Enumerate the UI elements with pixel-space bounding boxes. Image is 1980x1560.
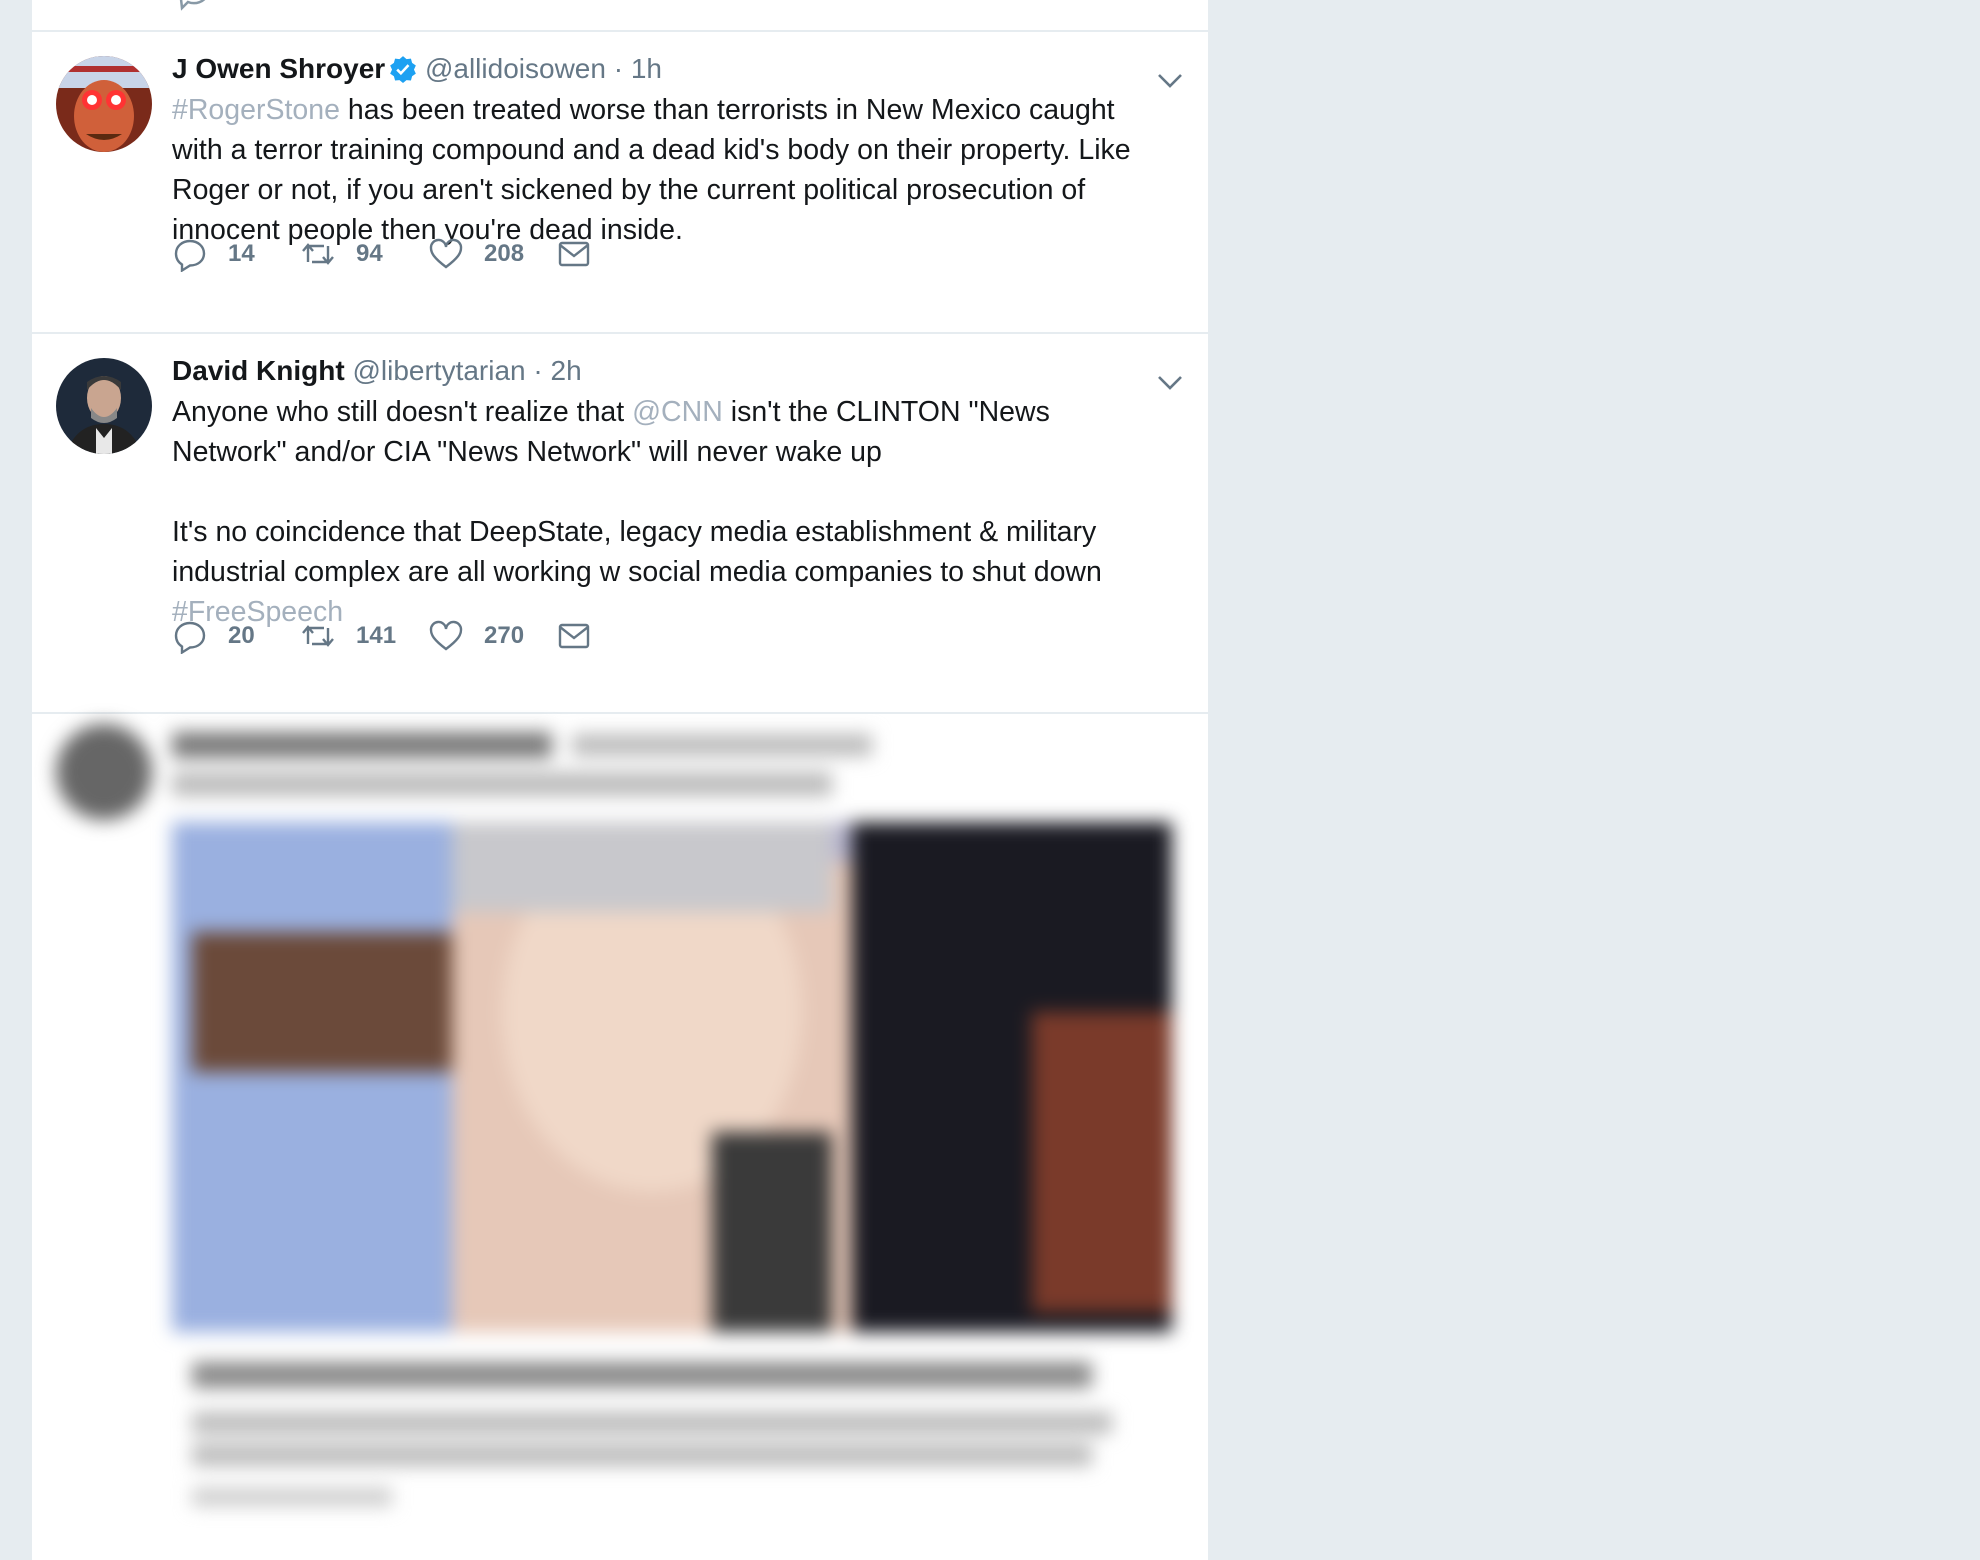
reply-button[interactable]: 20 <box>172 616 255 656</box>
retweet-count: 141 <box>356 622 397 649</box>
timeline: J Owen Shroyer @allidoisowen · 1h #Roger… <box>32 0 1208 1560</box>
handle[interactable]: @libertytarian <box>352 355 525 386</box>
previous-tweet-actions-icons <box>179 0 206 11</box>
tweet-text: Anyone who still doesn't realize that @C… <box>172 392 1168 632</box>
retweet-button[interactable]: 141 <box>300 616 396 656</box>
retweet-icon <box>302 243 334 265</box>
reply-icon <box>174 621 206 654</box>
tweet-actions: 20 141 270 <box>172 616 732 656</box>
avatar-image <box>56 56 152 152</box>
tweet-text: #RogerStone has been treated worse than … <box>172 90 1168 250</box>
previous-tweet-fragment <box>32 0 1208 32</box>
tweet-header: J Owen Shroyer @allidoisowen · 1h <box>172 52 1168 86</box>
direct-message-button[interactable] <box>556 234 592 274</box>
timestamp[interactable]: · 1h <box>614 53 662 84</box>
like-button[interactable]: 208 <box>428 234 524 274</box>
blurred-tweet-image <box>56 724 1172 1506</box>
display-name[interactable]: David Knight <box>172 355 345 386</box>
timestamp[interactable]: · 2h <box>533 355 581 386</box>
mention-link[interactable]: @CNN <box>632 396 723 428</box>
avatar-image <box>56 358 152 454</box>
like-count: 208 <box>484 240 525 267</box>
hashtag-link[interactable]: #RogerStone <box>172 94 340 126</box>
blurred-tweet <box>32 712 1208 1560</box>
avatar[interactable] <box>56 56 152 152</box>
direct-message-button[interactable] <box>556 616 592 656</box>
tweet-owen-shroyer[interactable]: J Owen Shroyer @allidoisowen · 1h #Roger… <box>32 32 1208 334</box>
envelope-icon <box>558 241 590 267</box>
reply-count: 20 <box>228 622 255 649</box>
reply-icon <box>174 239 206 272</box>
handle[interactable]: @allidoisowen <box>425 53 606 84</box>
tweet-text-body: Anyone who still doesn't realize that <box>172 396 633 428</box>
like-count: 270 <box>484 622 525 649</box>
like-button[interactable]: 270 <box>428 616 524 656</box>
reply-button[interactable]: 14 <box>172 234 255 274</box>
heart-icon <box>429 238 463 269</box>
heart-icon <box>429 620 463 651</box>
chevron-down-icon[interactable] <box>1156 70 1184 90</box>
chevron-down-icon[interactable] <box>1156 372 1184 392</box>
retweet-icon <box>302 625 334 647</box>
reply-count: 14 <box>228 240 255 267</box>
retweet-button[interactable]: 94 <box>300 234 383 274</box>
tweet-david-knight[interactable]: David Knight @libertytarian · 2h Anyone … <box>32 334 1208 714</box>
retweet-count: 94 <box>356 240 383 267</box>
tweet-header: David Knight @libertytarian · 2h <box>172 354 1168 388</box>
verified-badge-icon <box>390 56 417 83</box>
tweet-actions: 14 94 208 <box>172 234 732 274</box>
display-name[interactable]: J Owen Shroyer <box>172 53 385 84</box>
avatar[interactable] <box>56 358 152 454</box>
envelope-icon <box>558 623 590 649</box>
